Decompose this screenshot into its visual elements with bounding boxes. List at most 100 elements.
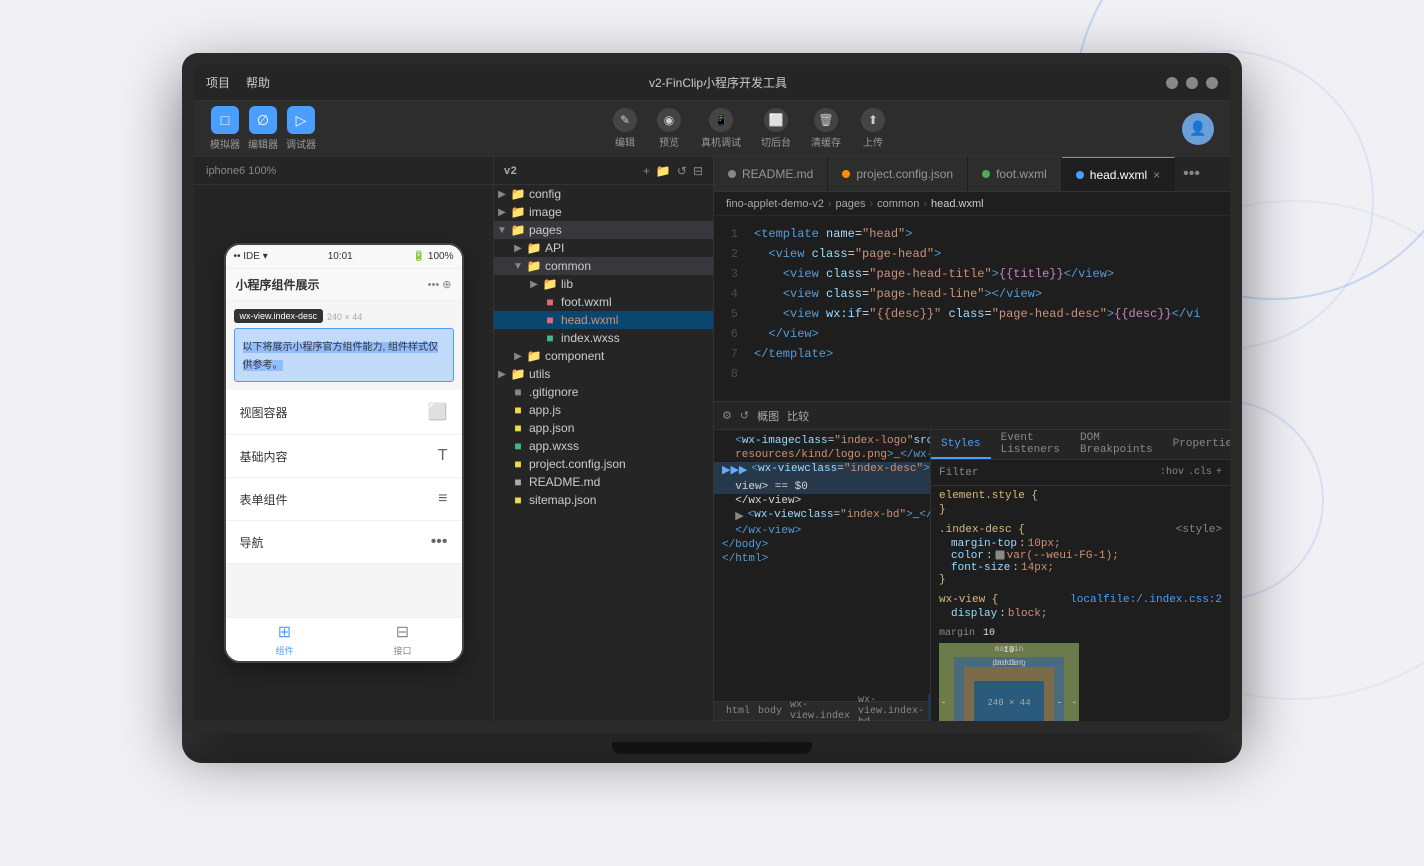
- tree-item-utils[interactable]: ▶ 📁 utils: [494, 365, 713, 383]
- device-debug-action[interactable]: 📱 真机调试: [701, 108, 741, 149]
- close-button[interactable]: [1206, 77, 1218, 89]
- menu-project[interactable]: 项目: [206, 74, 230, 91]
- styles-panel: Styles Event Listeners DOM Breakpoints P…: [930, 430, 1230, 721]
- upload-action[interactable]: ⬆ 上传: [861, 108, 885, 149]
- device-debug-label: 真机调试: [701, 134, 741, 149]
- tab-label-readme: README.md: [742, 167, 813, 181]
- styles-tab-styles[interactable]: Styles: [931, 430, 991, 459]
- tree-item-app-js[interactable]: ▶ ■ app.js: [494, 401, 713, 419]
- phone-menu-item-3[interactable]: 导航 •••: [226, 521, 462, 564]
- tree-item-foot-wxml[interactable]: ▶ ■ foot.wxml: [494, 293, 713, 311]
- maximize-button[interactable]: [1186, 77, 1198, 89]
- css-rule-index-desc: .index-desc { <style> margin-top : 10px;: [939, 524, 1222, 586]
- line-num-1: 1: [714, 224, 754, 244]
- highlighted-element-box: 以下将展示小程序官方组件能力, 组件样式仅供参考。: [234, 328, 454, 382]
- preview-action[interactable]: ◉ 预览: [657, 108, 681, 149]
- tree-item-config[interactable]: ▶ 📁 config: [494, 185, 713, 203]
- filter-plus-btn[interactable]: +: [1216, 467, 1222, 478]
- tree-arrow-image: ▶: [494, 207, 510, 218]
- code-line-5: 5 <view wx:if="{{desc}}" class="page-hea…: [714, 304, 1230, 324]
- tree-label-common: common: [542, 259, 713, 273]
- devtools-breadcrumb-toolbar: ⚙ ↺ 概图 比较: [714, 402, 1230, 430]
- styles-tab-dom-breakpoints[interactable]: DOM Breakpoints: [1070, 430, 1163, 459]
- element-path-wx-view-index-hd[interactable]: wx-view.index-hd: [854, 695, 928, 722]
- user-avatar[interactable]: 👤: [1182, 113, 1214, 145]
- tree-item-pages[interactable]: ▼ 📁 pages: [494, 221, 713, 239]
- styles-filter-bar: Filter :hov .cls +: [931, 460, 1230, 486]
- element-path-html[interactable]: html: [722, 706, 754, 717]
- phone-menu-item-2[interactable]: 表单组件 ≡: [226, 478, 462, 521]
- phone-menu-item-1[interactable]: 基础内容 T: [226, 435, 462, 478]
- tab-readme[interactable]: README.md: [714, 157, 828, 191]
- tab-foot-wxml[interactable]: foot.wxml: [968, 157, 1062, 191]
- styles-filter-input[interactable]: [983, 467, 1156, 479]
- tree-item-index-wxss[interactable]: ▶ ■ index.wxss: [494, 329, 713, 347]
- menu-icon-view-container: ⬜: [428, 402, 448, 422]
- breadcrumb-file[interactable]: head.wxml: [931, 198, 984, 210]
- css-selector-index-desc: .index-desc { <style>: [939, 524, 1222, 536]
- editor-button[interactable]: ∅ 编辑器: [248, 106, 278, 151]
- tab-project-config[interactable]: project.config.json: [828, 157, 968, 191]
- menu-help[interactable]: 帮助: [246, 74, 270, 91]
- devtools-icon-refresh[interactable]: ↺: [740, 409, 749, 422]
- tree-item-component[interactable]: ▶ 📁 component: [494, 347, 713, 365]
- css-selector-wx-view: wx-view { localfile:/.index.css:2: [939, 594, 1222, 606]
- tree-item-image[interactable]: ▶ 📁 image: [494, 203, 713, 221]
- tab-more-button[interactable]: •••: [1175, 157, 1208, 191]
- filter-cls-btn[interactable]: .cls: [1188, 467, 1212, 478]
- color-swatch: [995, 550, 1005, 560]
- new-folder-icon[interactable]: 📁: [656, 164, 671, 178]
- breadcrumb-common[interactable]: common: [877, 198, 919, 210]
- tree-item-app-json[interactable]: ▶ ■ app.json: [494, 419, 713, 437]
- tree-item-lib[interactable]: ▶ 📁 lib: [494, 275, 713, 293]
- tree-label-image: image: [526, 205, 713, 219]
- devtools-icon-settings[interactable]: ⚙: [722, 409, 732, 422]
- phone-tab-api[interactable]: ⊟ 接口: [393, 622, 411, 657]
- breadcrumb-root[interactable]: fino-applet-demo-v2: [726, 198, 824, 210]
- simulator-button[interactable]: □ 模拟器: [210, 106, 240, 151]
- phone-signal: •• IDE ▾: [234, 251, 268, 262]
- phone-menu-item-0[interactable]: 视图容器 ⬜: [226, 390, 462, 435]
- upload-label: 上传: [863, 134, 883, 149]
- tree-item-sitemap[interactable]: ▶ ■ sitemap.json: [494, 491, 713, 509]
- new-file-icon[interactable]: +: [643, 164, 650, 178]
- phone-tab-component[interactable]: ⊞ 组件: [275, 622, 293, 657]
- tree-item-gitignore[interactable]: ▶ ■ .gitignore: [494, 383, 713, 401]
- minimize-button[interactable]: [1166, 77, 1178, 89]
- folder-icon-image: 📁: [510, 205, 526, 219]
- element-path-wx-view-index[interactable]: wx-view.index: [786, 700, 854, 721]
- line-content-5: <view wx:if="{{desc}}" class="page-head-…: [754, 304, 1230, 324]
- box-margin-top-val: 10: [1004, 645, 1015, 655]
- code-line-1: 1 <template name="head">: [714, 224, 1230, 244]
- collapse-icon[interactable]: ⊟: [693, 164, 703, 178]
- tree-item-app-wxss[interactable]: ▶ ■ app.wxss: [494, 437, 713, 455]
- breadcrumb-pages[interactable]: pages: [836, 198, 866, 210]
- tab-head-wxml[interactable]: head.wxml ×: [1062, 157, 1175, 191]
- tree-arrow-lib: ▶: [526, 279, 542, 290]
- tree-arrow-component: ▶: [510, 351, 526, 362]
- css-source-wx-view[interactable]: localfile:/.index.css:2: [1070, 594, 1222, 606]
- clear-cache-action[interactable]: 🗑 清缓存: [811, 108, 841, 149]
- element-path-body[interactable]: body: [754, 706, 786, 717]
- background-action[interactable]: ⬜ 切后台: [761, 108, 791, 149]
- debugger-button[interactable]: ▷ 调试器: [286, 106, 316, 151]
- tree-item-head-wxml[interactable]: ▶ ■ head.wxml: [494, 311, 713, 329]
- styles-tab-event-listeners[interactable]: Event Listeners: [991, 430, 1070, 459]
- tree-item-api[interactable]: ▶ 📁 API: [494, 239, 713, 257]
- window-controls: [1166, 77, 1218, 89]
- refresh-icon[interactable]: ↺: [677, 164, 687, 178]
- tree-item-project-config[interactable]: ▶ ■ project.config.json: [494, 455, 713, 473]
- tree-label-sitemap: sitemap.json: [526, 493, 713, 507]
- tab-close-head-wxml[interactable]: ×: [1153, 169, 1160, 181]
- tree-item-readme[interactable]: ▶ ■ README.md: [494, 473, 713, 491]
- tree-item-common[interactable]: ▼ 📁 common: [494, 257, 713, 275]
- laptop: 项目 帮助 v2-FinClip小程序开发工具: [182, 53, 1242, 813]
- code-editor[interactable]: 1 <template name="head"> 2 <view class="…: [714, 216, 1230, 401]
- more-tabs-icon: •••: [1183, 165, 1200, 183]
- highlighted-element-text: 以下将展示小程序官方组件能力, 组件样式仅供参考。: [243, 342, 439, 371]
- tree-label-lib: lib: [558, 277, 713, 291]
- preview-icon: ◉: [657, 108, 681, 132]
- edit-action[interactable]: ✎ 编辑: [613, 108, 637, 149]
- filter-hover-btn[interactable]: :hov: [1160, 467, 1184, 478]
- styles-tab-properties[interactable]: Properties: [1163, 430, 1230, 459]
